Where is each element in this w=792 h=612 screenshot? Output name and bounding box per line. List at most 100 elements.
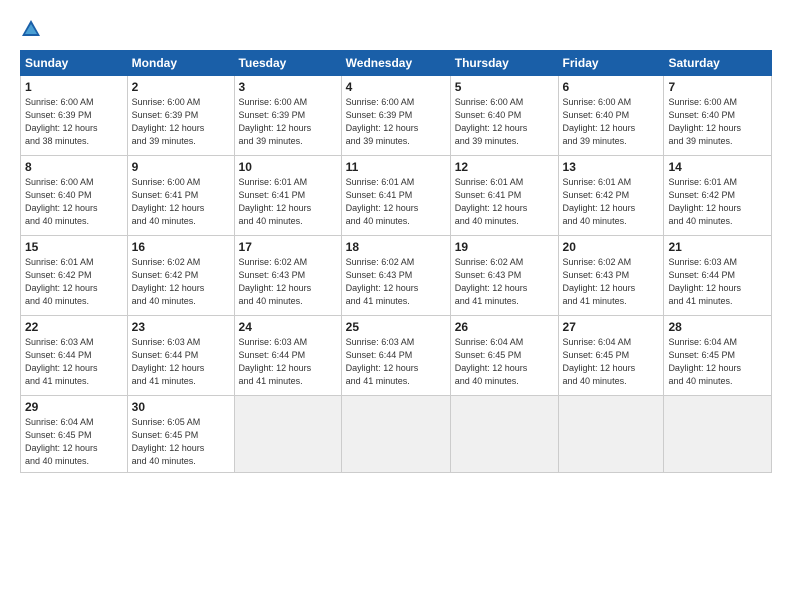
calendar-cell: 12Sunrise: 6:01 AM Sunset: 6:41 PM Dayli… — [450, 156, 558, 236]
calendar-cell: 2Sunrise: 6:00 AM Sunset: 6:39 PM Daylig… — [127, 76, 234, 156]
day-number: 30 — [132, 400, 230, 414]
page: SundayMondayTuesdayWednesdayThursdayFrid… — [0, 0, 792, 612]
day-number: 18 — [346, 240, 446, 254]
calendar-week: 15 Sunrise: 6:01 AM Sunset: 6:42 PM Dayli… — [21, 236, 772, 316]
day-number: 20 — [563, 240, 660, 254]
day-info: Sunrise: 6:03 AM Sunset: 6:44 PM Dayligh… — [346, 336, 446, 388]
day-info: Sunrise: 6:03 AM Sunset: 6:44 PM Dayligh… — [668, 256, 767, 308]
day-info: Sunrise: 6:00 AM Sunset: 6:39 PM Dayligh… — [132, 96, 230, 148]
day-number: 8 — [25, 160, 123, 174]
weekday-header: Tuesday — [234, 51, 341, 76]
calendar-cell: 24 Sunrise: 6:03 AM Sunset: 6:44 PM Dayli… — [234, 316, 341, 396]
calendar-cell: 1 Sunrise: 6:00 AM Sunset: 6:39 PM Daylig… — [21, 76, 128, 156]
calendar-cell: 13Sunrise: 6:01 AM Sunset: 6:42 PM Dayli… — [558, 156, 664, 236]
calendar-cell — [234, 396, 341, 473]
day-number: 19 — [455, 240, 554, 254]
calendar-week: 8 Sunrise: 6:00 AM Sunset: 6:40 PM Daylig… — [21, 156, 772, 236]
day-info: Sunrise: 6:03 AM Sunset: 6:44 PM Dayligh… — [132, 336, 230, 388]
day-info: Sunrise: 6:01 AM Sunset: 6:41 PM Dayligh… — [346, 176, 446, 228]
day-number: 10 — [239, 160, 337, 174]
calendar-cell: 23 Sunrise: 6:03 AM Sunset: 6:44 PM Dayli… — [127, 316, 234, 396]
calendar-cell: 10 Sunrise: 6:01 AM Sunset: 6:41 PM Dayli… — [234, 156, 341, 236]
calendar-cell: 5 Sunrise: 6:00 AM Sunset: 6:40 PM Daylig… — [450, 76, 558, 156]
logo-icon — [20, 18, 42, 40]
calendar-cell: 4Sunrise: 6:00 AM Sunset: 6:39 PM Daylig… — [341, 76, 450, 156]
day-info: Sunrise: 6:04 AM Sunset: 6:45 PM Dayligh… — [455, 336, 554, 388]
day-number: 9 — [132, 160, 230, 174]
calendar-cell: 8 Sunrise: 6:00 AM Sunset: 6:40 PM Daylig… — [21, 156, 128, 236]
day-info: Sunrise: 6:02 AM Sunset: 6:42 PM Dayligh… — [132, 256, 230, 308]
calendar-week: 1 Sunrise: 6:00 AM Sunset: 6:39 PM Daylig… — [21, 76, 772, 156]
day-number: 3 — [239, 80, 337, 94]
day-info: Sunrise: 6:02 AM Sunset: 6:43 PM Dayligh… — [239, 256, 337, 308]
day-info: Sunrise: 6:01 AM Sunset: 6:41 PM Dayligh… — [239, 176, 337, 228]
day-info: Sunrise: 6:00 AM Sunset: 6:39 PM Dayligh… — [239, 96, 337, 148]
calendar-cell — [341, 396, 450, 473]
calendar-cell: 27 Sunrise: 6:04 AM Sunset: 6:45 PM Dayli… — [558, 316, 664, 396]
weekday-header: Thursday — [450, 51, 558, 76]
calendar-cell: 11 Sunrise: 6:01 AM Sunset: 6:41 PM Dayli… — [341, 156, 450, 236]
calendar-week: 22 Sunrise: 6:03 AM Sunset: 6:44 PM Dayli… — [21, 316, 772, 396]
day-info: Sunrise: 6:00 AM Sunset: 6:40 PM Dayligh… — [25, 176, 123, 228]
day-number: 5 — [455, 80, 554, 94]
day-info: Sunrise: 6:03 AM Sunset: 6:44 PM Dayligh… — [239, 336, 337, 388]
day-number: 29 — [25, 400, 123, 414]
weekday-header: Wednesday — [341, 51, 450, 76]
logo — [20, 18, 44, 40]
calendar-cell: 3 Sunrise: 6:00 AM Sunset: 6:39 PM Daylig… — [234, 76, 341, 156]
calendar-cell: 9 Sunrise: 6:00 AM Sunset: 6:41 PM Daylig… — [127, 156, 234, 236]
day-number: 15 — [25, 240, 123, 254]
day-info: Sunrise: 6:01 AM Sunset: 6:42 PM Dayligh… — [668, 176, 767, 228]
calendar-cell: 19 Sunrise: 6:02 AM Sunset: 6:43 PM Dayli… — [450, 236, 558, 316]
day-number: 21 — [668, 240, 767, 254]
day-info: Sunrise: 6:02 AM Sunset: 6:43 PM Dayligh… — [455, 256, 554, 308]
day-info: Sunrise: 6:01 AM Sunset: 6:42 PM Dayligh… — [25, 256, 123, 308]
day-number: 6 — [563, 80, 660, 94]
day-number: 13 — [563, 160, 660, 174]
day-info: Sunrise: 6:03 AM Sunset: 6:44 PM Dayligh… — [25, 336, 123, 388]
day-number: 7 — [668, 80, 767, 94]
day-info: Sunrise: 6:04 AM Sunset: 6:45 PM Dayligh… — [563, 336, 660, 388]
day-info: Sunrise: 6:00 AM Sunset: 6:40 PM Dayligh… — [455, 96, 554, 148]
weekday-header: Monday — [127, 51, 234, 76]
day-info: Sunrise: 6:02 AM Sunset: 6:43 PM Dayligh… — [563, 256, 660, 308]
day-number: 16 — [132, 240, 230, 254]
day-number: 26 — [455, 320, 554, 334]
calendar-cell — [664, 396, 772, 473]
calendar: SundayMondayTuesdayWednesdayThursdayFrid… — [20, 50, 772, 473]
calendar-cell: 15 Sunrise: 6:01 AM Sunset: 6:42 PM Dayli… — [21, 236, 128, 316]
calendar-cell: 28 Sunrise: 6:04 AM Sunset: 6:45 PM Dayli… — [664, 316, 772, 396]
day-info: Sunrise: 6:04 AM Sunset: 6:45 PM Dayligh… — [668, 336, 767, 388]
calendar-cell: 22 Sunrise: 6:03 AM Sunset: 6:44 PM Dayli… — [21, 316, 128, 396]
day-number: 11 — [346, 160, 446, 174]
calendar-cell: 6Sunrise: 6:00 AM Sunset: 6:40 PM Daylig… — [558, 76, 664, 156]
day-info: Sunrise: 6:00 AM Sunset: 6:41 PM Dayligh… — [132, 176, 230, 228]
day-number: 22 — [25, 320, 123, 334]
calendar-cell: 7Sunrise: 6:00 AM Sunset: 6:40 PM Daylig… — [664, 76, 772, 156]
calendar-week: 29 Sunrise: 6:04 AM Sunset: 6:45 PM Dayli… — [21, 396, 772, 473]
day-info: Sunrise: 6:04 AM Sunset: 6:45 PM Dayligh… — [25, 416, 123, 468]
weekday-header: Saturday — [664, 51, 772, 76]
header — [20, 18, 772, 40]
calendar-cell: 20 Sunrise: 6:02 AM Sunset: 6:43 PM Dayli… — [558, 236, 664, 316]
day-number: 17 — [239, 240, 337, 254]
day-number: 23 — [132, 320, 230, 334]
day-number: 28 — [668, 320, 767, 334]
weekday-header: Sunday — [21, 51, 128, 76]
day-number: 24 — [239, 320, 337, 334]
calendar-cell: 25Sunrise: 6:03 AM Sunset: 6:44 PM Dayli… — [341, 316, 450, 396]
day-number: 1 — [25, 80, 123, 94]
calendar-cell: 17 Sunrise: 6:02 AM Sunset: 6:43 PM Dayli… — [234, 236, 341, 316]
calendar-cell: 16 Sunrise: 6:02 AM Sunset: 6:42 PM Dayli… — [127, 236, 234, 316]
calendar-cell — [558, 396, 664, 473]
calendar-cell — [450, 396, 558, 473]
calendar-cell: 30 Sunrise: 6:05 AM Sunset: 6:45 PM Dayli… — [127, 396, 234, 473]
day-info: Sunrise: 6:00 AM Sunset: 6:39 PM Dayligh… — [25, 96, 123, 148]
calendar-cell: 14Sunrise: 6:01 AM Sunset: 6:42 PM Dayli… — [664, 156, 772, 236]
day-info: Sunrise: 6:05 AM Sunset: 6:45 PM Dayligh… — [132, 416, 230, 468]
day-number: 27 — [563, 320, 660, 334]
day-number: 12 — [455, 160, 554, 174]
day-number: 4 — [346, 80, 446, 94]
day-info: Sunrise: 6:02 AM Sunset: 6:43 PM Dayligh… — [346, 256, 446, 308]
calendar-cell: 21 Sunrise: 6:03 AM Sunset: 6:44 PM Dayli… — [664, 236, 772, 316]
